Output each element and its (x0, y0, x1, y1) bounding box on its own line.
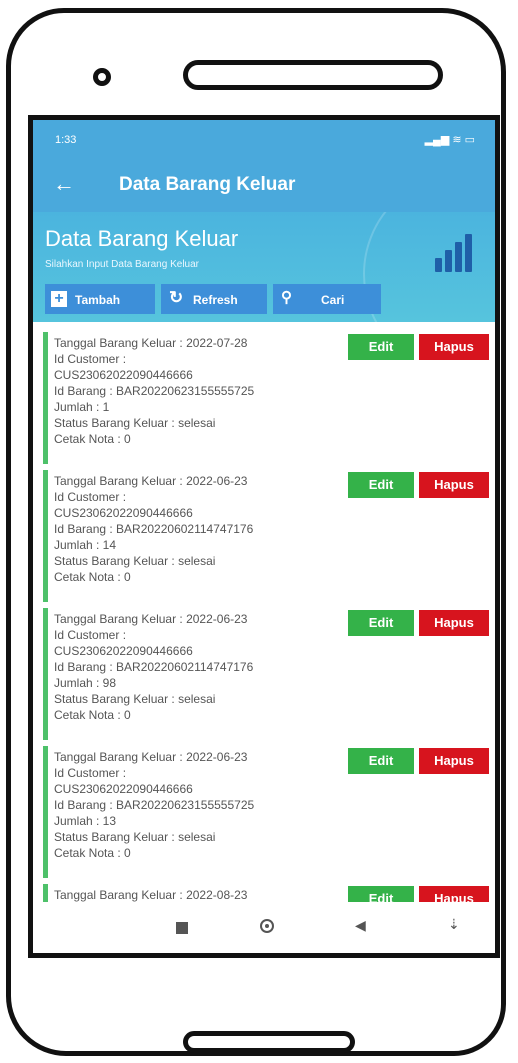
plus-icon: + (51, 291, 67, 307)
refresh-button-label: Refresh (193, 293, 238, 307)
refresh-icon: ↻ (169, 288, 184, 307)
delete-button[interactable]: Hapus (419, 334, 489, 360)
status-bar: 1:33 ▂▄▆ ≋ ▭ (33, 120, 495, 160)
jumlah-text: Jumlah : 1 (54, 400, 110, 414)
id-customer-value: CUS23062022090446666 (54, 506, 193, 520)
page-title: Data Barang Keluar (119, 174, 296, 195)
search-icon: ⚲ (281, 289, 292, 306)
edit-button[interactable]: Edit (348, 748, 414, 774)
list-item: Tanggal Barang Keluar : 2022-08-23 Edit … (43, 884, 491, 902)
keyboard-down-icon[interactable]: ⇣ (448, 916, 460, 933)
header-title: Data Barang Keluar (45, 226, 239, 251)
record-list: Tanggal Barang Keluar : 2022-07-28 Id Cu… (33, 332, 495, 902)
tanggal-text: Tanggal Barang Keluar : 2022-06-23 (54, 750, 248, 764)
jumlah-text: Jumlah : 13 (54, 814, 117, 828)
decorative-circle (363, 212, 495, 322)
header-subtitle: Silahkan Input Data Barang Keluar (45, 259, 199, 270)
list-item: Tanggal Barang Keluar : 2022-06-23 Id Cu… (43, 470, 491, 602)
list-item: Tanggal Barang Keluar : 2022-06-23 Id Cu… (43, 746, 491, 878)
delete-button[interactable]: Hapus (419, 472, 489, 498)
tanggal-text: Tanggal Barang Keluar : 2022-06-23 (54, 474, 248, 488)
id-customer-value: CUS23062022090446666 (54, 782, 193, 796)
id-customer-value: CUS23062022090446666 (54, 644, 193, 658)
id-customer-label: Id Customer : (54, 352, 127, 366)
search-button[interactable]: ⚲ Cari (273, 284, 381, 314)
app-bar: ← Data Barang Keluar (33, 160, 495, 212)
tanggal-text: Tanggal Barang Keluar : 2022-08-23 (54, 888, 248, 902)
android-nav-bar: ◀ ⇣ (33, 906, 495, 953)
jumlah-text: Jumlah : 98 (54, 676, 117, 690)
home-circle-icon[interactable] (260, 919, 274, 933)
tanggal-text: Tanggal Barang Keluar : 2022-07-28 (54, 336, 248, 350)
status-time: 1:33 (55, 134, 77, 146)
recent-apps-icon[interactable] (176, 922, 188, 934)
status-text: Status Barang Keluar : selesai (54, 554, 216, 568)
id-customer-label: Id Customer : (54, 490, 127, 504)
phone-screen: 1:33 ▂▄▆ ≋ ▭ ← Data Barang Keluar Data B… (28, 115, 500, 958)
cetak-nota-text: Cetak Nota : 0 (54, 846, 131, 860)
delete-button[interactable]: Hapus (419, 610, 489, 636)
edit-button[interactable]: Edit (348, 886, 414, 902)
cetak-nota-text: Cetak Nota : 0 (54, 708, 131, 722)
id-customer-value: CUS23062022090446666 (54, 368, 193, 382)
id-customer-label: Id Customer : (54, 766, 127, 780)
add-button-label: Tambah (75, 293, 121, 307)
nav-back-icon[interactable]: ◀ (355, 917, 366, 934)
delete-button[interactable]: Hapus (419, 748, 489, 774)
home-button[interactable] (183, 1031, 355, 1053)
list-item: Tanggal Barang Keluar : 2022-06-23 Id Cu… (43, 608, 491, 740)
jumlah-text: Jumlah : 14 (54, 538, 117, 552)
header-banner: Data Barang Keluar Silahkan Input Data B… (33, 212, 495, 322)
id-customer-label: Id Customer : (54, 628, 127, 642)
refresh-button[interactable]: ↻ Refresh (161, 284, 267, 314)
delete-button[interactable]: Hapus (419, 886, 489, 902)
edit-button[interactable]: Edit (348, 472, 414, 498)
back-arrow-icon[interactable]: ← (53, 172, 75, 196)
bar-chart-icon (433, 232, 473, 272)
edit-button[interactable]: Edit (348, 334, 414, 360)
status-text: Status Barang Keluar : selesai (54, 830, 216, 844)
speaker-slot (183, 60, 443, 90)
id-barang-text: Id Barang : BAR20220602114747176 (54, 660, 254, 674)
id-barang-text: Id Barang : BAR20220623155555725 (54, 798, 255, 812)
id-barang-text: Id Barang : BAR20220623155555725 (54, 384, 255, 398)
status-text: Status Barang Keluar : selesai (54, 416, 216, 430)
signal-wifi-battery-icon: ▂▄▆ ≋ ▭ (424, 134, 475, 146)
tanggal-text: Tanggal Barang Keluar : 2022-06-23 (54, 612, 248, 626)
cetak-nota-text: Cetak Nota : 0 (54, 570, 131, 584)
list-item: Tanggal Barang Keluar : 2022-07-28 Id Cu… (43, 332, 491, 464)
camera-icon (93, 68, 111, 86)
cetak-nota-text: Cetak Nota : 0 (54, 432, 131, 446)
edit-button[interactable]: Edit (348, 610, 414, 636)
add-button[interactable]: + Tambah (45, 284, 155, 314)
id-barang-text: Id Barang : BAR20220602114747176 (54, 522, 254, 536)
status-text: Status Barang Keluar : selesai (54, 692, 216, 706)
search-button-label: Cari (321, 293, 345, 307)
